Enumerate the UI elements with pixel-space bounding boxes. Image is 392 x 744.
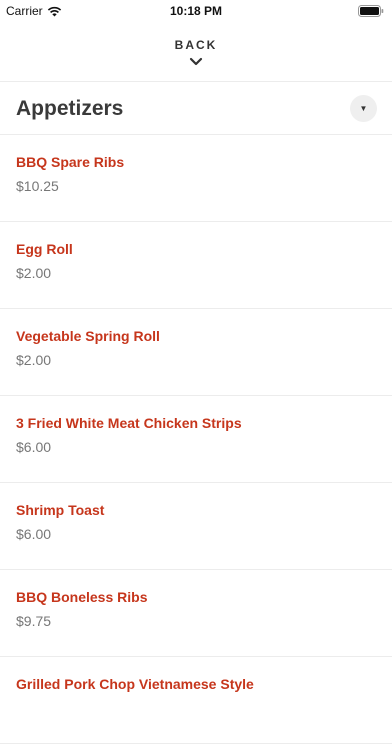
- item-price: $9.75: [16, 613, 52, 629]
- back-label: BACK: [174, 38, 218, 52]
- chevron-down-icon: [189, 57, 203, 66]
- item-name: BBQ Spare Ribs: [16, 154, 125, 170]
- category-header: Appetizers ▼: [0, 82, 392, 135]
- item-name: Vegetable Spring Roll: [16, 328, 160, 344]
- menu-item[interactable]: Vegetable Spring Roll $2.00: [0, 309, 392, 396]
- item-name: BBQ Boneless Ribs: [16, 589, 148, 605]
- menu-item[interactable]: BBQ Boneless Ribs $9.75: [0, 570, 392, 657]
- status-time: 10:18 PM: [169, 4, 223, 18]
- caret-down-icon: ▼: [359, 104, 368, 113]
- menu-item[interactable]: Grilled Pork Chop Vietnamese Style: [0, 657, 392, 744]
- status-bar: Carrier 10:18 PM: [0, 0, 392, 22]
- item-name: Grilled Pork Chop Vietnamese Style: [16, 676, 254, 692]
- item-name: 3 Fried White Meat Chicken Strips: [16, 415, 242, 431]
- back-button[interactable]: BACK: [0, 24, 392, 82]
- menu-item-list: BBQ Spare Ribs $10.25 Egg Roll $2.00 Veg…: [0, 135, 392, 744]
- category-toggle-button[interactable]: ▼: [350, 95, 377, 122]
- item-price: $6.00: [16, 526, 52, 542]
- menu-item[interactable]: Egg Roll $2.00: [0, 222, 392, 309]
- item-name: Egg Roll: [16, 241, 73, 257]
- item-name: Shrimp Toast: [16, 502, 105, 518]
- item-price: $2.00: [16, 265, 52, 281]
- menu-item[interactable]: BBQ Spare Ribs $10.25: [0, 135, 392, 222]
- menu-item[interactable]: 3 Fried White Meat Chicken Strips $6.00: [0, 396, 392, 483]
- item-price: $10.25: [16, 178, 59, 194]
- category-title: Appetizers: [16, 97, 124, 120]
- item-price: $6.00: [16, 439, 52, 455]
- item-price: $2.00: [16, 352, 52, 368]
- menu-item[interactable]: Shrimp Toast $6.00: [0, 483, 392, 570]
- battery-icon: [358, 5, 384, 17]
